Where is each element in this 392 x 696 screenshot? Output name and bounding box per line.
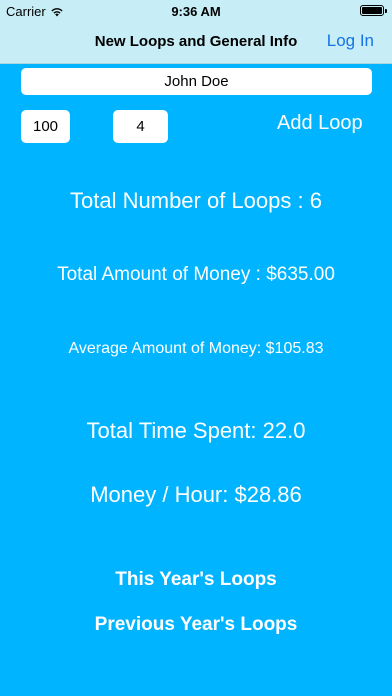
name-field[interactable]: John Doe [21,68,372,95]
status-time: 9:36 AM [171,4,221,19]
amount-field[interactable]: 100 [21,110,70,143]
hours-field[interactable]: 4 [113,110,168,143]
add-loop-button[interactable]: Add Loop [277,112,363,135]
total-loops-label: Total Number of Loops : 6 [70,188,322,213]
login-button[interactable]: Log In [327,31,374,51]
this-years-loops-button[interactable]: This Year's Loops [0,569,392,591]
previous-years-loops-button[interactable]: Previous Year's Loops [0,614,392,636]
total-money-label: Total Amount of Money : $635.00 [57,264,335,285]
page-title: New Loops and General Info [94,33,298,50]
top-bar: Carrier 9:36 AM New Loops and General In… [0,0,392,64]
money-per-hour-label: Money / Hour: $28.86 [90,482,302,507]
status-bar: Carrier 9:36 AM [0,0,392,22]
battery-icon [360,5,387,16]
average-money-label: Average Amount of Money: $105.83 [68,340,324,357]
total-time-label: Total Time Spent: 22.0 [86,418,306,443]
battery-level [362,7,382,14]
